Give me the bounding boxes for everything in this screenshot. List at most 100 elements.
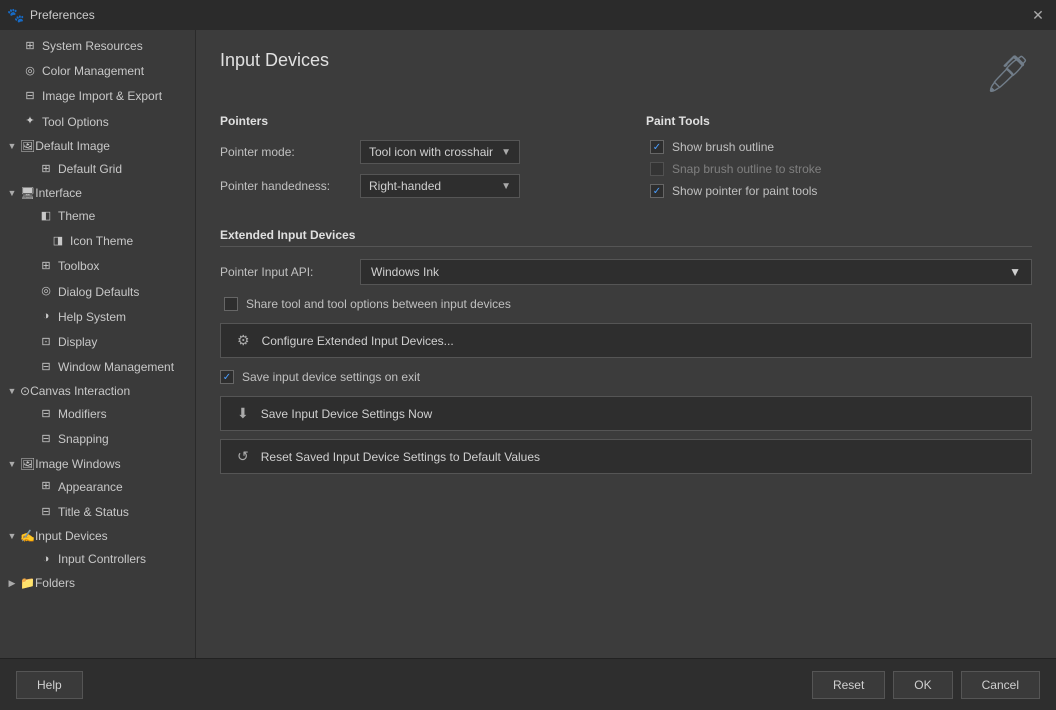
snap-brush-outline-checkbox[interactable] (650, 162, 664, 176)
pointer-mode-dropdown[interactable]: Tool icon with crosshair ▼ (360, 140, 520, 164)
blank-icon (24, 286, 36, 298)
snap-brush-outline-label: Snap brush outline to stroke (672, 162, 821, 176)
dialog-defaults-icon: ◎ (38, 284, 54, 300)
folders-icon: 📁 (20, 576, 35, 590)
expand-input-devices-icon: ▼ (6, 530, 18, 542)
sidebar-item-appearance[interactable]: ⊞ Appearance (0, 475, 195, 500)
sidebar-item-modifiers[interactable]: ⊟ Modifiers (0, 402, 195, 427)
tool-options-icon: ✦ (22, 114, 38, 130)
pointer-handedness-label: Pointer handedness: (220, 179, 360, 193)
default-grid-icon: ⊞ (38, 161, 54, 177)
configure-icon: ⚙ (237, 332, 250, 349)
image-windows-icon: 🖼 (20, 457, 35, 471)
sidebar-item-display[interactable]: ⊡ Display (0, 330, 195, 355)
show-brush-outline-row[interactable]: ✓ Show brush outline (646, 140, 1032, 154)
pointer-handedness-dropdown[interactable]: Right-handed ▼ (360, 174, 520, 198)
help-button[interactable]: Help (16, 671, 83, 699)
close-button[interactable]: ✕ (1028, 5, 1048, 25)
sidebar-group-folders[interactable]: ▶ 📁 Folders (0, 572, 195, 594)
bottom-left: Help (16, 671, 812, 699)
sidebar-item-toolbox[interactable]: ⊞ Toolbox (0, 254, 195, 279)
blank-icon (8, 116, 20, 128)
show-pointer-label: Show pointer for paint tools (672, 184, 817, 198)
sidebar-item-theme[interactable]: ◧ Theme (0, 204, 195, 229)
show-pointer-checkbox[interactable]: ✓ (650, 184, 664, 198)
save-now-button[interactable]: ⬇ Save Input Device Settings Now (220, 396, 1032, 431)
pointer-input-api-row: Pointer Input API: Windows Ink ▼ (220, 259, 1032, 285)
share-tool-checkbox[interactable] (224, 297, 238, 311)
page-title: Input Devices (220, 50, 329, 71)
content-area: ⊞ System Resources ◎ Color Management ⊟ … (0, 30, 1056, 658)
show-brush-outline-checkbox[interactable]: ✓ (650, 140, 664, 154)
sidebar-group-input-devices[interactable]: ▼ ✍ Input Devices (0, 525, 195, 547)
bottom-right: Reset OK Cancel (812, 671, 1040, 699)
main-header: Input Devices 🖊 (220, 50, 1032, 98)
icon-theme-icon: ◨ (50, 234, 66, 250)
share-tool-label: Share tool and tool options between inpu… (246, 297, 511, 311)
show-pointer-row[interactable]: ✓ Show pointer for paint tools (646, 184, 1032, 198)
reset-button[interactable]: Reset (812, 671, 885, 699)
interface-icon: 🖥 (20, 186, 35, 200)
sidebar-group-interface[interactable]: ▼ 🖥 Interface (0, 182, 195, 204)
preferences-window: 🐾 Preferences ✕ ⊞ System Resources ◎ Col… (0, 0, 1056, 710)
input-controllers-icon: ◑ (38, 552, 54, 568)
pointer-input-api-dropdown[interactable]: Windows Ink ▼ (360, 259, 1032, 285)
input-devices-icon: ✍ (20, 529, 35, 543)
expand-folders-icon: ▶ (6, 577, 18, 589)
sidebar-group-canvas-interaction[interactable]: ▼ ⊙ Canvas Interaction (0, 380, 195, 402)
sidebar-item-input-controllers[interactable]: ◑ Input Controllers (0, 547, 195, 572)
paint-tools-column: Paint Tools ✓ Show brush outline Snap br… (646, 114, 1032, 208)
system-resources-icon: ⊞ (22, 39, 38, 55)
configure-extended-button[interactable]: ⚙ Configure Extended Input Devices... (220, 323, 1032, 358)
sidebar-item-default-grid[interactable]: ⊞ Default Grid (0, 157, 195, 182)
window-title: Preferences (30, 8, 1028, 22)
blank-icon (24, 554, 36, 566)
sidebar-item-tool-options[interactable]: ✦ Tool Options (0, 110, 195, 135)
appearance-icon: ⊞ (38, 479, 54, 495)
bottom-bar: Help Reset OK Cancel (0, 658, 1056, 710)
app-icon: 🐾 (8, 7, 24, 23)
reset-icon: ↺ (237, 448, 249, 465)
theme-icon: ◧ (38, 209, 54, 225)
color-management-icon: ◎ (22, 64, 38, 80)
sidebar-item-help-system[interactable]: ◑ Help System (0, 305, 195, 330)
sidebar-item-image-import-export[interactable]: ⊟ Image Import & Export (0, 84, 195, 109)
pointers-section-title: Pointers (220, 114, 606, 128)
sidebar-item-icon-theme[interactable]: ◨ Icon Theme (0, 229, 195, 254)
blank-icon (8, 66, 20, 78)
sidebar-group-image-windows[interactable]: ▼ 🖼 Image Windows (0, 453, 195, 475)
blank-icon (24, 362, 36, 374)
save-on-exit-checkbox[interactable]: ✓ (220, 370, 234, 384)
titlebar: 🐾 Preferences ✕ (0, 0, 1056, 30)
share-tool-row[interactable]: Share tool and tool options between inpu… (220, 297, 1032, 311)
pointer-handedness-row: Pointer handedness: Right-handed ▼ (220, 174, 606, 198)
pointer-handedness-dropdown-arrow: ▼ (501, 181, 511, 192)
expand-interface-icon: ▼ (6, 187, 18, 199)
sidebar: ⊞ System Resources ◎ Color Management ⊟ … (0, 30, 196, 658)
reset-saved-button[interactable]: ↺ Reset Saved Input Device Settings to D… (220, 439, 1032, 474)
snapping-icon: ⊟ (38, 432, 54, 448)
pointer-mode-dropdown-arrow: ▼ (501, 147, 511, 158)
pointer-mode-label: Pointer mode: (220, 145, 360, 159)
save-on-exit-row[interactable]: ✓ Save input device settings on exit (220, 370, 1032, 384)
blank-icon (24, 506, 36, 518)
sidebar-item-dialog-defaults[interactable]: ◎ Dialog Defaults (0, 280, 195, 305)
sidebar-item-snapping[interactable]: ⊟ Snapping (0, 427, 195, 452)
sidebar-item-system-resources[interactable]: ⊞ System Resources (0, 34, 195, 59)
title-status-icon: ⊟ (38, 504, 54, 520)
ok-button[interactable]: OK (893, 671, 952, 699)
blank-icon (24, 211, 36, 223)
sidebar-item-color-management[interactable]: ◎ Color Management (0, 59, 195, 84)
blank-icon (36, 236, 48, 248)
input-devices-page-icon: 🖊 (984, 50, 1032, 98)
blank-icon (24, 163, 36, 175)
sidebar-group-default-image[interactable]: ▼ 🖼 Default Image (0, 135, 195, 157)
sidebar-item-title-status[interactable]: ⊟ Title & Status (0, 500, 195, 525)
sidebar-item-window-management[interactable]: ⊟ Window Management (0, 355, 195, 380)
cancel-button[interactable]: Cancel (961, 671, 1040, 699)
expand-canvas-icon: ▼ (6, 385, 18, 397)
show-brush-outline-label: Show brush outline (672, 140, 774, 154)
import-export-icon: ⊟ (22, 89, 38, 105)
modifiers-icon: ⊟ (38, 407, 54, 423)
blank-icon (24, 261, 36, 273)
